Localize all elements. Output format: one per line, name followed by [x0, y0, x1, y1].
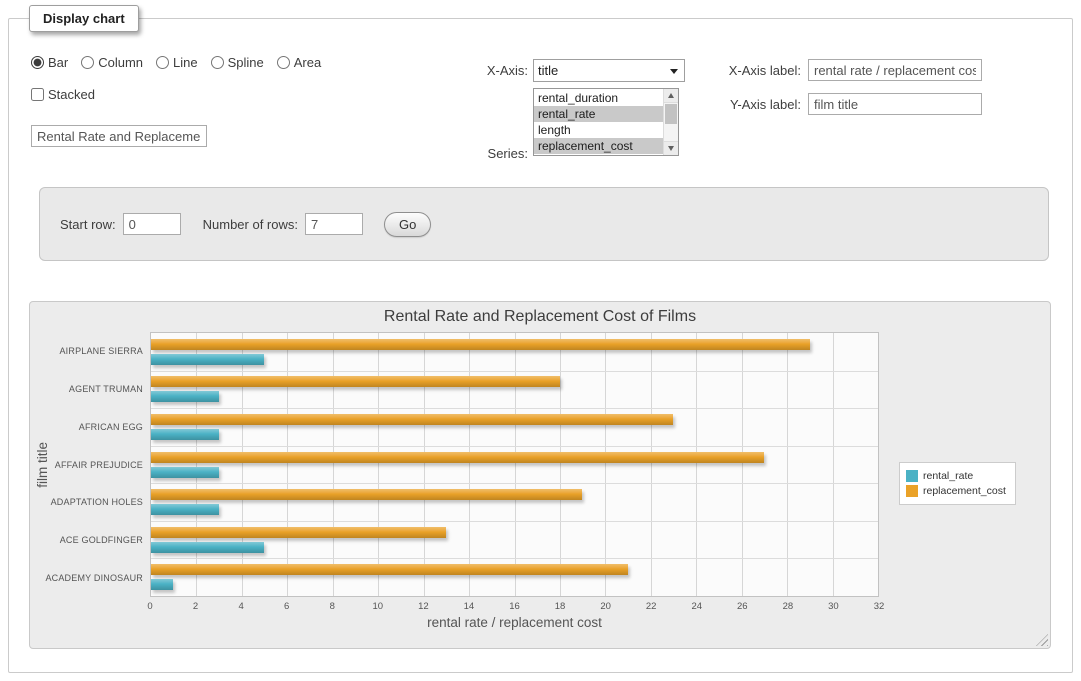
plot-area	[150, 332, 879, 597]
bar-replacement_cost	[151, 489, 582, 500]
category-label: ADAPTATION HOLES	[51, 497, 143, 507]
bar-rental_rate	[151, 354, 264, 365]
x-tick-label: 4	[238, 601, 243, 612]
x-tick-label: 14	[464, 601, 475, 612]
stacked-checkbox[interactable]	[31, 88, 44, 101]
chart-type-options: Bar Column Line Spline Area	[31, 55, 321, 70]
num-rows-input[interactable]	[305, 213, 363, 235]
series-option[interactable]: replacement_cost	[534, 138, 663, 154]
legend-entry: replacement_cost	[906, 485, 1006, 497]
rows-panel: Start row: Number of rows: Go	[39, 187, 1049, 261]
bar-rental_rate	[151, 391, 219, 402]
x-tick-label: 24	[691, 601, 702, 612]
x-tick-label: 2	[193, 601, 198, 612]
x-tick-label: 28	[783, 601, 794, 612]
panel-legend: Display chart	[29, 5, 139, 32]
legend-swatch	[906, 485, 918, 497]
chart-legend: rental_rate replacement_cost	[899, 462, 1016, 505]
bar-replacement_cost	[151, 527, 446, 538]
x-tick-label: 22	[646, 601, 657, 612]
x-tick-label: 32	[874, 601, 885, 612]
x-tick-label: 30	[828, 601, 839, 612]
xaxis-label-label: X-Axis label:	[639, 63, 801, 78]
x-tick-label: 16	[509, 601, 520, 612]
bar-replacement_cost	[151, 414, 673, 425]
category-label: ACE GOLDFINGER	[60, 535, 143, 545]
legend-entry: rental_rate	[906, 470, 1006, 482]
series-option[interactable]: length	[534, 122, 663, 138]
chart-title-input[interactable]	[31, 125, 207, 147]
chart-title: Rental Rate and Replacement Cost of Film…	[30, 308, 1050, 326]
chart-type-label: Spline	[228, 55, 264, 70]
legend-swatch	[906, 470, 918, 482]
chart-container: Rental Rate and Replacement Cost of Film…	[29, 301, 1051, 649]
start-row-label: Start row:	[60, 217, 116, 232]
chart-type-radio[interactable]	[31, 56, 44, 69]
stacked-row: Stacked	[31, 87, 95, 104]
bar-rental_rate	[151, 504, 219, 515]
chart-type-radio[interactable]	[81, 56, 94, 69]
x-tick-label: 26	[737, 601, 748, 612]
chart-type-radio[interactable]	[211, 56, 224, 69]
num-rows-label: Number of rows:	[203, 217, 298, 232]
chart-type-label: Bar	[48, 55, 68, 70]
bar-replacement_cost	[151, 339, 810, 350]
bar-group	[151, 371, 878, 409]
bar-group	[151, 483, 878, 521]
bar-replacement_cost	[151, 564, 628, 575]
bar-rows	[151, 333, 878, 596]
bar-group	[151, 408, 878, 446]
x-tick-label: 10	[373, 601, 384, 612]
bar-replacement_cost	[151, 376, 560, 387]
x-tick-label: 18	[555, 601, 566, 612]
go-button[interactable]: Go	[384, 212, 431, 237]
x-ticks: 02468101214161820222426283032	[150, 601, 879, 613]
chart-type-option-column[interactable]: Column	[81, 55, 143, 70]
bar-rental_rate	[151, 579, 173, 590]
chart-type-radio[interactable]	[156, 56, 169, 69]
category-labels: AIRPLANE SIERRA AGENT TRUMAN AFRICAN EGG AF…	[30, 332, 143, 597]
chart-type-label: Line	[173, 55, 198, 70]
x-tick-label: 8	[330, 601, 335, 612]
x-tick-label: 12	[418, 601, 429, 612]
chart-type-label: Column	[98, 55, 143, 70]
bar-rental_rate	[151, 467, 219, 478]
bar-rental_rate	[151, 429, 219, 440]
start-row-input[interactable]	[123, 213, 181, 235]
yaxis-label-input[interactable]	[808, 93, 982, 115]
category-label: AFFAIR PREJUDICE	[55, 460, 143, 470]
x-tick-label: 20	[600, 601, 611, 612]
chart-type-option-bar[interactable]: Bar	[31, 55, 68, 70]
chart-type-radio[interactable]	[277, 56, 290, 69]
category-label: AGENT TRUMAN	[69, 384, 143, 394]
bar-group	[151, 521, 878, 559]
x-tick-label: 0	[147, 601, 152, 612]
chart-type-label: Area	[294, 55, 321, 70]
bar-group	[151, 446, 878, 484]
bar-group	[151, 558, 878, 596]
bar-group	[151, 333, 878, 371]
legend-label: rental_rate	[923, 470, 973, 482]
x-axis-title: rental rate / replacement cost	[150, 615, 879, 630]
yaxis-label-label: Y-Axis label:	[639, 97, 801, 112]
stacked-label: Stacked	[48, 87, 95, 102]
xaxis-label-input[interactable]	[808, 59, 982, 81]
category-label: AFRICAN EGG	[79, 422, 143, 432]
bar-replacement_cost	[151, 452, 764, 463]
scroll-down-icon[interactable]	[664, 141, 678, 155]
bar-rental_rate	[151, 542, 264, 553]
series-list-label: Series:	[423, 146, 528, 161]
stacked-option[interactable]: Stacked	[31, 87, 95, 102]
xaxis-select-label: X-Axis:	[423, 63, 528, 78]
category-label: ACADEMY DINOSAUR	[45, 573, 143, 583]
x-tick-label: 6	[284, 601, 289, 612]
chart-type-option-line[interactable]: Line	[156, 55, 198, 70]
legend-label: replacement_cost	[923, 485, 1006, 497]
chart-type-option-area[interactable]: Area	[277, 55, 321, 70]
resize-handle-icon[interactable]	[1036, 634, 1048, 646]
chart-type-option-spline[interactable]: Spline	[211, 55, 264, 70]
display-chart-panel: Display chart Bar Column Line Spline Are…	[8, 18, 1073, 673]
category-label: AIRPLANE SIERRA	[59, 346, 143, 356]
